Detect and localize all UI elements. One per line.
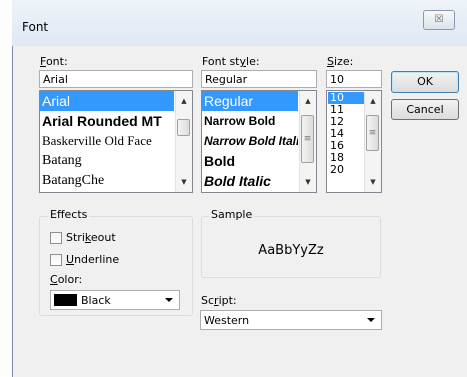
strikeout-label[interactable]: Strikeout bbox=[66, 231, 116, 244]
chevron-down-icon bbox=[165, 298, 173, 302]
size-item[interactable]: 16 bbox=[328, 140, 364, 152]
font-style-input[interactable]: Regular bbox=[201, 70, 317, 88]
style-item-regular[interactable]: Regular bbox=[202, 91, 298, 111]
scroll-thumb[interactable]: ≡ bbox=[366, 115, 379, 151]
font-item-arial[interactable]: Arial bbox=[40, 91, 174, 111]
size-item[interactable]: 11 bbox=[328, 104, 364, 116]
style-item-narrow-bold-italic[interactable]: Narrow Bold Italic bbox=[202, 131, 298, 151]
scroll-up-icon[interactable]: ▲ bbox=[300, 93, 316, 109]
scroll-thumb[interactable]: ≡ bbox=[301, 115, 314, 163]
effects-group-title: Effects bbox=[48, 208, 90, 221]
scroll-down-icon[interactable]: ▼ bbox=[176, 174, 192, 190]
font-item-batang[interactable]: Batang bbox=[40, 151, 174, 171]
size-item[interactable]: 20 bbox=[328, 164, 364, 176]
style-item-narrow-bold[interactable]: Narrow Bold bbox=[202, 111, 298, 131]
grip-icon: ≡ bbox=[303, 134, 312, 144]
font-list-scrollbar[interactable]: ▲ ▼ bbox=[175, 91, 192, 192]
scroll-up-icon[interactable]: ▲ bbox=[176, 93, 192, 109]
close-button[interactable]: ☒ bbox=[423, 10, 455, 30]
color-value: Black bbox=[81, 294, 111, 307]
font-style-label: Font style: bbox=[202, 55, 260, 68]
color-label: Color: bbox=[50, 273, 83, 286]
dialog-title: Font bbox=[22, 20, 49, 34]
scroll-down-icon[interactable]: ▼ bbox=[365, 174, 381, 190]
script-label: Script: bbox=[201, 294, 237, 307]
style-item-bold[interactable]: Bold bbox=[202, 151, 298, 171]
script-select[interactable]: Western bbox=[200, 310, 382, 330]
size-item[interactable]: 10 bbox=[328, 92, 364, 104]
size-label: Size: bbox=[327, 55, 354, 68]
chevron-down-icon bbox=[367, 318, 375, 322]
color-swatch bbox=[54, 294, 77, 306]
font-item-baskerville[interactable]: Baskerville Old Face bbox=[40, 131, 174, 151]
ok-button[interactable]: OK bbox=[391, 71, 459, 93]
strikeout-checkbox[interactable] bbox=[50, 232, 62, 244]
font-list[interactable]: Arial Arial Rounded MT Baskerville Old F… bbox=[39, 90, 193, 193]
close-icon: ☒ bbox=[434, 14, 444, 25]
sample-group-title: Sample bbox=[209, 208, 255, 221]
color-select[interactable]: Black bbox=[50, 290, 180, 310]
size-list[interactable]: 10 11 12 14 16 18 20 ▲ ≡ ▼ bbox=[326, 90, 382, 193]
title-bar bbox=[12, 0, 467, 46]
size-item[interactable]: 12 bbox=[328, 116, 364, 128]
scroll-thumb[interactable] bbox=[177, 119, 190, 136]
font-item-batangche[interactable]: BatangChe bbox=[40, 171, 174, 191]
style-list-scrollbar[interactable]: ▲ ≡ ▼ bbox=[299, 91, 316, 192]
size-item[interactable]: 18 bbox=[328, 152, 364, 164]
font-style-list[interactable]: Regular Narrow Bold Narrow Bold Italic B… bbox=[201, 90, 317, 193]
size-input[interactable]: 10 bbox=[326, 70, 382, 88]
size-item[interactable]: 14 bbox=[328, 128, 364, 140]
script-value: Western bbox=[204, 314, 250, 327]
sample-preview-text: AaBbYyZz bbox=[258, 243, 324, 258]
font-name-input[interactable]: Arial bbox=[39, 70, 193, 88]
underline-label[interactable]: Underline bbox=[66, 253, 119, 266]
font-label: Font: bbox=[40, 55, 68, 68]
font-item-arial-rounded[interactable]: Arial Rounded MT bbox=[40, 111, 174, 131]
scroll-down-icon[interactable]: ▼ bbox=[300, 174, 316, 190]
style-item-bold-italic[interactable]: Bold Italic bbox=[202, 171, 298, 191]
underline-checkbox[interactable] bbox=[50, 254, 62, 266]
size-list-scrollbar[interactable]: ▲ ≡ ▼ bbox=[364, 91, 381, 192]
grip-icon: ≡ bbox=[368, 128, 377, 138]
cancel-button[interactable]: Cancel bbox=[391, 99, 459, 120]
scroll-up-icon[interactable]: ▲ bbox=[365, 93, 381, 109]
